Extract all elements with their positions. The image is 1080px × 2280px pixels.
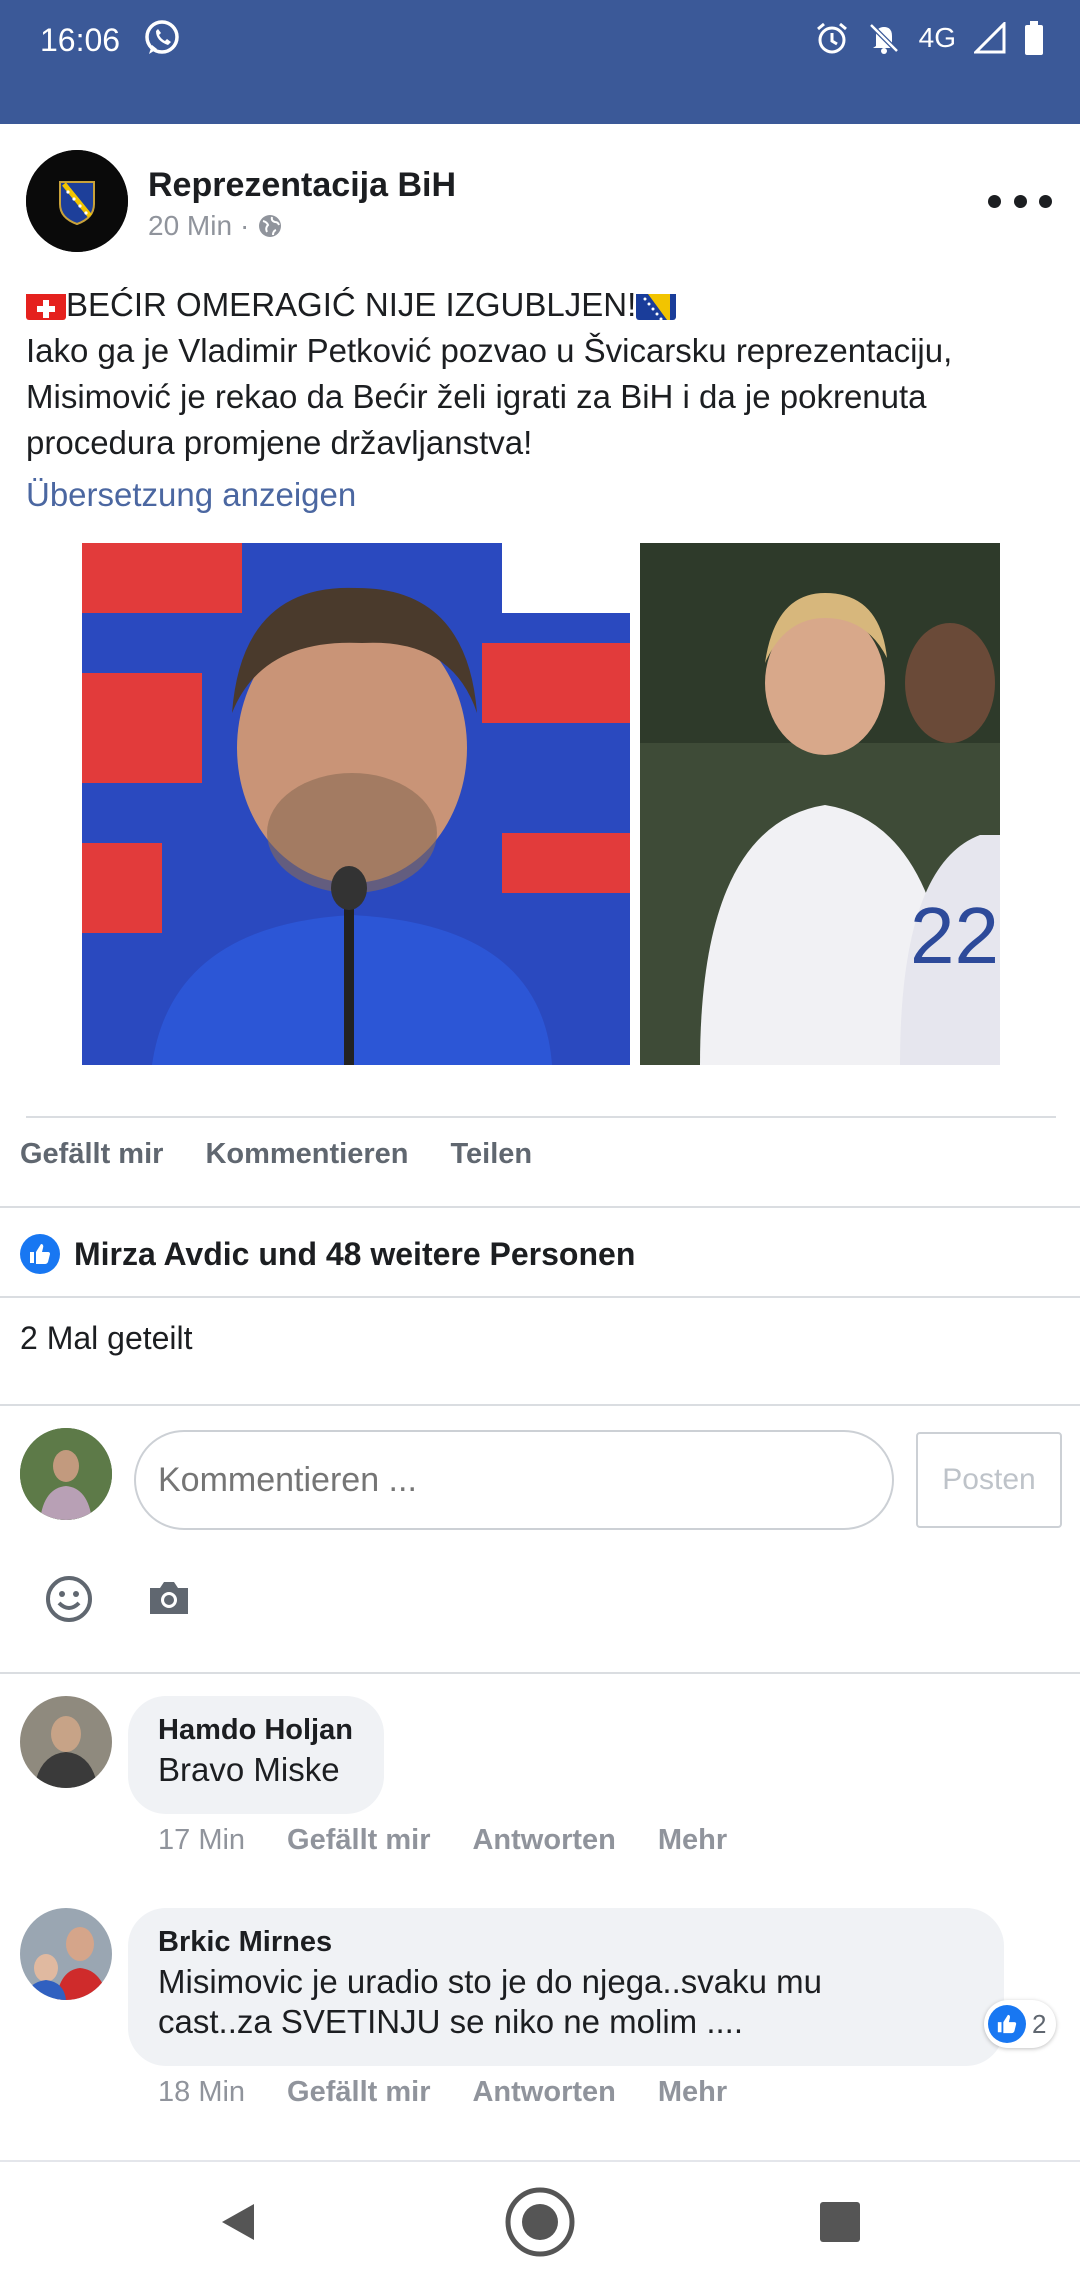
- post-image[interactable]: 22: [82, 543, 1000, 1065]
- comment-reaction-count: 2: [1032, 2008, 1047, 2039]
- like-icon: [20, 1234, 60, 1274]
- swiss-flag-icon: [26, 290, 66, 320]
- share-button[interactable]: Teilen: [450, 1138, 532, 1182]
- comment-like-button[interactable]: Gefällt mir: [287, 1824, 430, 1857]
- reactions-text: Mirza Avdic und 48 weitere Personen: [74, 1235, 636, 1272]
- network-type: 4G: [918, 22, 956, 53]
- svg-text:22: 22: [910, 891, 999, 980]
- post-headline: BEĆIR OMERAGIĆ NIJE IZGUBLJEN!: [66, 286, 637, 323]
- post-headline-line: BEĆIR OMERAGIĆ NIJE IZGUBLJEN!: [26, 282, 1056, 328]
- post-time[interactable]: 20 Min: [148, 210, 232, 242]
- page-avatar[interactable]: [26, 150, 128, 252]
- post-text: BEĆIR OMERAGIĆ NIJE IZGUBLJEN! Iako ga j…: [26, 282, 1056, 466]
- press-conference-photo: [82, 543, 630, 1065]
- divider: [0, 1404, 1080, 1406]
- status-right-icons: 4G: [815, 18, 1044, 58]
- comment-bubble: Hamdo Holjan Bravo Miske: [128, 1696, 384, 1814]
- divider: [0, 1672, 1080, 1674]
- comment-like-button[interactable]: Gefällt mir: [287, 2076, 430, 2109]
- shares-count[interactable]: 2 Mal geteilt: [20, 1320, 193, 1357]
- whatsapp-icon: [145, 20, 179, 54]
- comment-text: cast..za SVETINJU se niko ne molim ....: [158, 2003, 744, 2040]
- post-meta: 20 Min ·: [148, 210, 283, 242]
- comment-input[interactable]: [134, 1430, 894, 1530]
- recent-apps-icon[interactable]: [820, 2202, 860, 2242]
- bosnia-flag-icon: [636, 290, 677, 320]
- post-comment-button[interactable]: Posten: [916, 1432, 1062, 1528]
- divider: [0, 1296, 1080, 1298]
- comment-reply-button[interactable]: Antworten: [472, 1824, 615, 1857]
- meta-separator: ·: [240, 210, 250, 241]
- current-user-avatar: [20, 1428, 112, 1520]
- system-navigation-bar: [0, 2160, 1080, 2280]
- comment-time: 17 Min: [158, 1824, 246, 1856]
- comment-reactions[interactable]: 2: [984, 2000, 1057, 2048]
- post-text-line: Misimović je rekao da Bećir želi igrati …: [26, 378, 927, 415]
- post-text-line: procedura promjene državljanstva!: [26, 424, 533, 461]
- post-header: Reprezentacija BiH 20 Min ·: [0, 124, 1080, 284]
- comment-bubble: Brkic Mirnes Misimovic je uradio sto je …: [128, 1908, 1004, 2066]
- notifications-off-icon: [868, 23, 899, 54]
- comment-author[interactable]: Brkic Mirnes: [158, 1922, 974, 1962]
- divider: [26, 1116, 1056, 1118]
- comment-author-avatar[interactable]: [20, 1908, 112, 2000]
- globe-icon: [259, 215, 282, 237]
- comment-more-button[interactable]: Mehr: [658, 2076, 727, 2109]
- post-actions: Gefällt mir Kommentieren Teilen: [20, 1138, 532, 1182]
- comment-text: Misimovic je uradio sto je do njega..sva…: [158, 1963, 822, 2000]
- post-more-options-icon[interactable]: [988, 186, 1052, 216]
- alarm-icon: [816, 22, 847, 54]
- comment-author[interactable]: Hamdo Holjan: [158, 1710, 354, 1750]
- comment-time: 18 Min: [158, 2076, 246, 2108]
- like-icon: [988, 2005, 1026, 2043]
- comment-text: Bravo Miske: [158, 1751, 340, 1788]
- like-button[interactable]: Gefällt mir: [20, 1138, 163, 1182]
- emoji-icon[interactable]: [44, 1574, 94, 1624]
- post-text-line: Iako ga je Vladimir Petković pozvao u Šv…: [26, 332, 953, 369]
- battery-icon: [1025, 21, 1043, 55]
- comment-actions: 18 Min Gefällt mir Antworten Mehr: [158, 2076, 727, 2109]
- comment-reply-button[interactable]: Antworten: [472, 2076, 615, 2109]
- home-icon[interactable]: [504, 2186, 576, 2258]
- signal-icon: [974, 22, 1006, 54]
- comment-button[interactable]: Kommentieren: [205, 1138, 408, 1182]
- status-time: 16:06: [40, 22, 121, 58]
- back-icon[interactable]: [216, 2200, 260, 2244]
- bih-crest-icon: [26, 150, 128, 252]
- football-match-photo: 22: [640, 543, 1000, 1065]
- reactions-summary[interactable]: Mirza Avdic und 48 weitere Personen: [20, 1232, 635, 1276]
- divider: [0, 1206, 1080, 1208]
- page-name[interactable]: Reprezentacija BiH: [148, 166, 456, 205]
- comment-actions: 17 Min Gefällt mir Antworten Mehr: [158, 1824, 727, 1857]
- status-bar: 16:06 4G: [0, 0, 1080, 124]
- camera-icon[interactable]: [146, 1578, 192, 1618]
- comment-more-button[interactable]: Mehr: [658, 1824, 727, 1857]
- translate-link[interactable]: Übersetzung anzeigen: [26, 476, 356, 514]
- comment-author-avatar[interactable]: [20, 1696, 112, 1788]
